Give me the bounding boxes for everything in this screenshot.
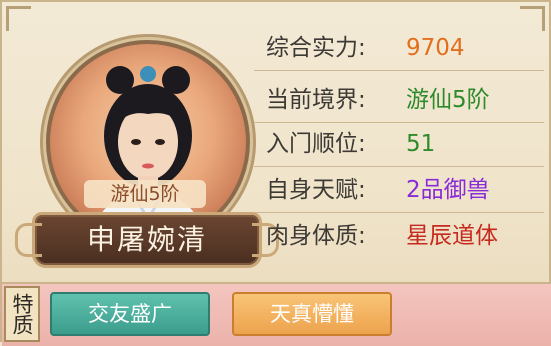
stat-label: 自身天赋:: [266, 177, 366, 203]
traits-label: 特质: [4, 286, 40, 342]
trait-button[interactable]: 交友盛广: [50, 292, 210, 336]
character-info-panel: 游仙5阶 申屠婉清 综合实力: 9704 当前境界: 游仙5阶 入门顺位: 51…: [0, 0, 551, 346]
stat-value: 51: [406, 131, 436, 157]
trait-button[interactable]: 天真懵懂: [232, 292, 392, 336]
stat-row-talent: 自身天赋: 2品御兽: [254, 168, 544, 213]
stat-label: 肉身体质:: [266, 223, 366, 249]
stat-value: 游仙5阶: [406, 87, 490, 113]
name-plate: 申屠婉清: [15, 212, 279, 268]
stat-row-physique: 肉身体质: 星辰道体: [254, 214, 544, 258]
corner-ornament: [6, 6, 31, 31]
stat-row-realm: 当前境界: 游仙5阶: [254, 78, 544, 123]
stat-label: 综合实力:: [266, 35, 366, 61]
traits-bar: 特质 交友盛广 天真懵懂: [2, 282, 551, 346]
stat-value: 2品御兽: [406, 177, 490, 203]
stat-value: 9704: [406, 35, 465, 61]
stat-row-rank: 入门顺位: 51: [254, 122, 544, 167]
character-name: 申屠婉清: [86, 223, 207, 256]
stat-label: 当前境界:: [266, 87, 366, 113]
portrait-illustration: [90, 66, 206, 240]
stat-value: 星辰道体: [406, 223, 498, 249]
stat-row-power: 综合实力: 9704: [254, 26, 544, 71]
stat-label: 入门顺位:: [266, 131, 366, 157]
realm-tag: 游仙5阶: [84, 180, 206, 208]
